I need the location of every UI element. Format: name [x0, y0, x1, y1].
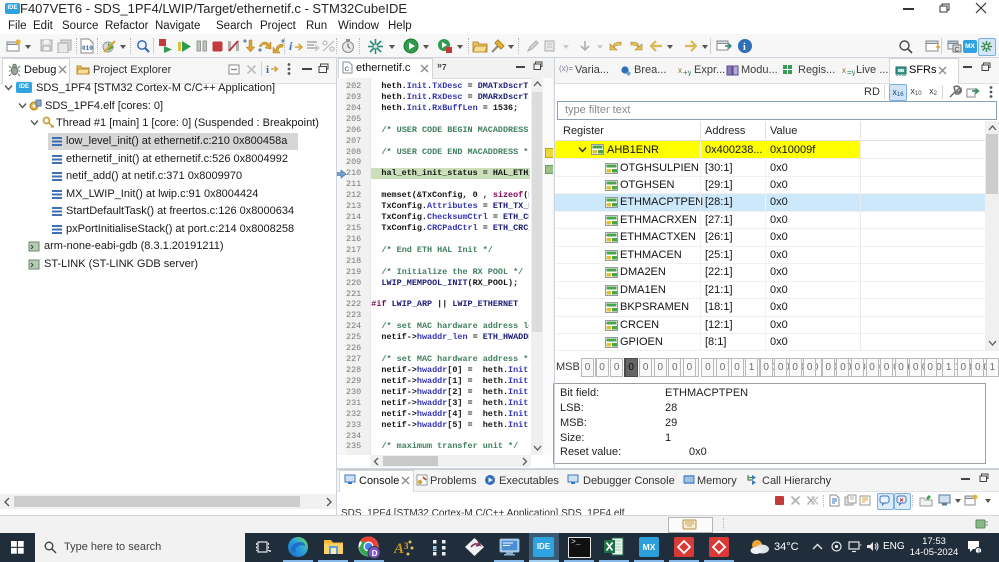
svg-text:x: x — [678, 66, 682, 75]
svg-text:x: x — [842, 66, 846, 75]
svg-text:i: i — [289, 39, 293, 53]
svg-text:3: 3 — [404, 541, 409, 551]
svg-text:D: D — [372, 549, 378, 558]
svg-text:i: i — [743, 42, 746, 53]
svg-text:010: 010 — [82, 45, 93, 52]
svg-text:C: C — [955, 47, 960, 54]
svg-text:=y: =y — [847, 68, 855, 76]
svg-text:+y: +y — [683, 68, 691, 76]
svg-text:A: A — [394, 541, 404, 557]
svg-text:c: c — [345, 65, 350, 74]
svg-text:i: i — [266, 64, 269, 76]
